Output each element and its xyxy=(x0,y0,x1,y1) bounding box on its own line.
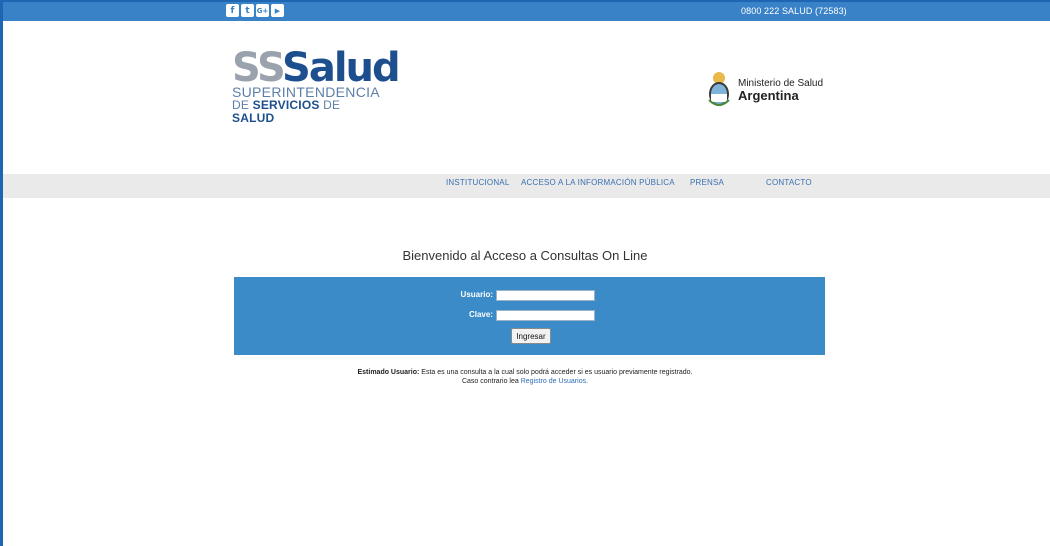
nav-prensa[interactable]: PRENSA xyxy=(690,178,724,187)
registro-link[interactable]: Registro de Usuarios. xyxy=(521,378,588,385)
coat-of-arms-icon xyxy=(708,72,730,106)
facebook-icon[interactable]: f xyxy=(226,4,239,17)
nav-institucional[interactable]: INSTITUCIONAL xyxy=(446,178,510,187)
nav-contacto[interactable]: CONTACTO xyxy=(766,178,812,187)
twitter-icon[interactable]: t xyxy=(241,4,254,17)
notice-text: Estimado Usuario: Esta es una consulta a… xyxy=(0,368,1050,386)
notice-line-1: Estimado Usuario: Esta es una consulta a… xyxy=(357,369,693,376)
user-input[interactable] xyxy=(496,290,595,301)
notice-line-2: Caso contrario lea Registro de Usuarios. xyxy=(461,378,589,385)
logo-line-2: DE SERVICIOS DE SALUD xyxy=(232,98,341,125)
ministry-text: Ministerio de Salud Argentina xyxy=(738,78,823,102)
logo-wordmark: SSSalud xyxy=(232,45,401,91)
password-input[interactable] xyxy=(496,310,595,321)
window-frame xyxy=(0,0,1050,546)
phone-number: 0800 222 SALUD (72583) xyxy=(741,6,847,16)
google-plus-icon[interactable]: G+ xyxy=(256,4,269,17)
user-label: Usuario: xyxy=(460,290,493,299)
password-label: Clave: xyxy=(468,310,493,319)
social-links: f t G+ ▶ xyxy=(226,4,284,17)
nav-acceso-informacion[interactable]: ACCESO A LA INFORMACIÓN PÚBLICA xyxy=(521,178,675,187)
ministry-logo[interactable]: Ministerio de Salud Argentina xyxy=(706,70,823,110)
sssalud-logo[interactable]: SSSalud SUPERINTENDENCIA DE SERVICIOS DE… xyxy=(232,45,401,125)
ministry-line-2: Argentina xyxy=(738,88,799,103)
youtube-icon[interactable]: ▶ xyxy=(271,4,284,17)
submit-button[interactable]: Ingresar xyxy=(511,328,551,344)
page-title: Bienvenido al Acceso a Consultas On Line xyxy=(402,248,648,263)
login-form: Usuario: Clave: Ingresar xyxy=(234,277,825,355)
top-bar: f t G+ ▶ 0800 222 SALUD (72583) xyxy=(3,2,1050,21)
main-nav: INSTITUCIONAL ACCESO A LA INFORMACIÓN PÚ… xyxy=(3,174,1050,198)
